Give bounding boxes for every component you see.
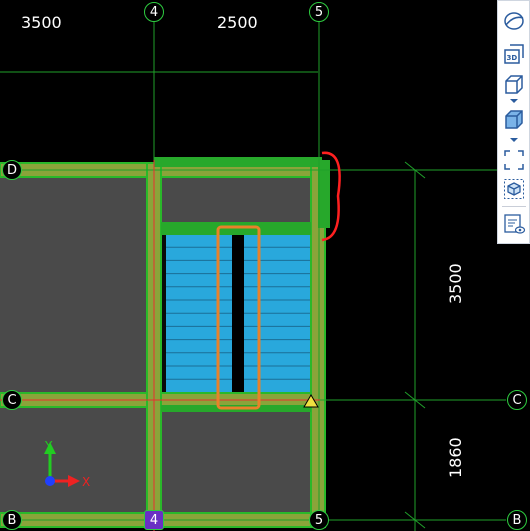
chevron-down-icon[interactable] xyxy=(510,138,518,142)
stair-flight-left[interactable] xyxy=(166,234,232,392)
properties-eye-icon[interactable] xyxy=(502,212,526,236)
grid-bubble-b-left[interactable]: B xyxy=(2,510,22,530)
stair-flight-right[interactable] xyxy=(244,234,311,392)
beam-top-green[interactable] xyxy=(154,157,322,167)
toolbar-divider xyxy=(502,206,526,207)
cube-shaded-icon[interactable] xyxy=(502,108,526,132)
dimension-right-lower: 1860 xyxy=(446,437,465,478)
grid-bubble-5-top[interactable]: 5 xyxy=(309,2,329,22)
orbit-icon[interactable] xyxy=(502,9,526,33)
grid-bubble-5-bottom[interactable]: 5 xyxy=(309,510,329,530)
ucs-y-label: Y xyxy=(44,439,53,453)
cube-wireframe-icon[interactable] xyxy=(502,73,526,97)
dimension-top-left: 3500 xyxy=(21,13,62,32)
slab-left-upper[interactable] xyxy=(0,170,154,400)
slab-landing-upper[interactable] xyxy=(154,170,320,225)
grid-bubble-4-top[interactable]: 4 xyxy=(144,2,164,22)
dimension-top-mid: 2500 xyxy=(217,13,258,32)
grid-bubble-d-left[interactable]: D xyxy=(2,160,22,180)
stair-well xyxy=(232,234,244,392)
view-3d-icon[interactable]: 3D xyxy=(502,42,526,66)
grid-bubble-b-right[interactable]: B xyxy=(507,510,527,530)
ucs-x-label: X xyxy=(82,475,90,489)
isolate-icon[interactable] xyxy=(502,177,526,201)
svg-text:3D: 3D xyxy=(507,54,518,62)
grid-bubble-4-bottom[interactable]: 4 xyxy=(144,510,164,530)
slab-right-lower[interactable] xyxy=(154,405,320,525)
grid-bubble-c-right[interactable]: C xyxy=(507,390,527,410)
slab-left-lower[interactable] xyxy=(0,400,154,525)
chevron-down-icon[interactable] xyxy=(510,99,518,103)
section-box-icon[interactable] xyxy=(502,148,526,172)
grid-bubble-c-left[interactable]: C xyxy=(2,390,22,410)
view-toolbar: 3D xyxy=(497,0,530,244)
dimension-right-upper: 3500 xyxy=(446,263,465,304)
